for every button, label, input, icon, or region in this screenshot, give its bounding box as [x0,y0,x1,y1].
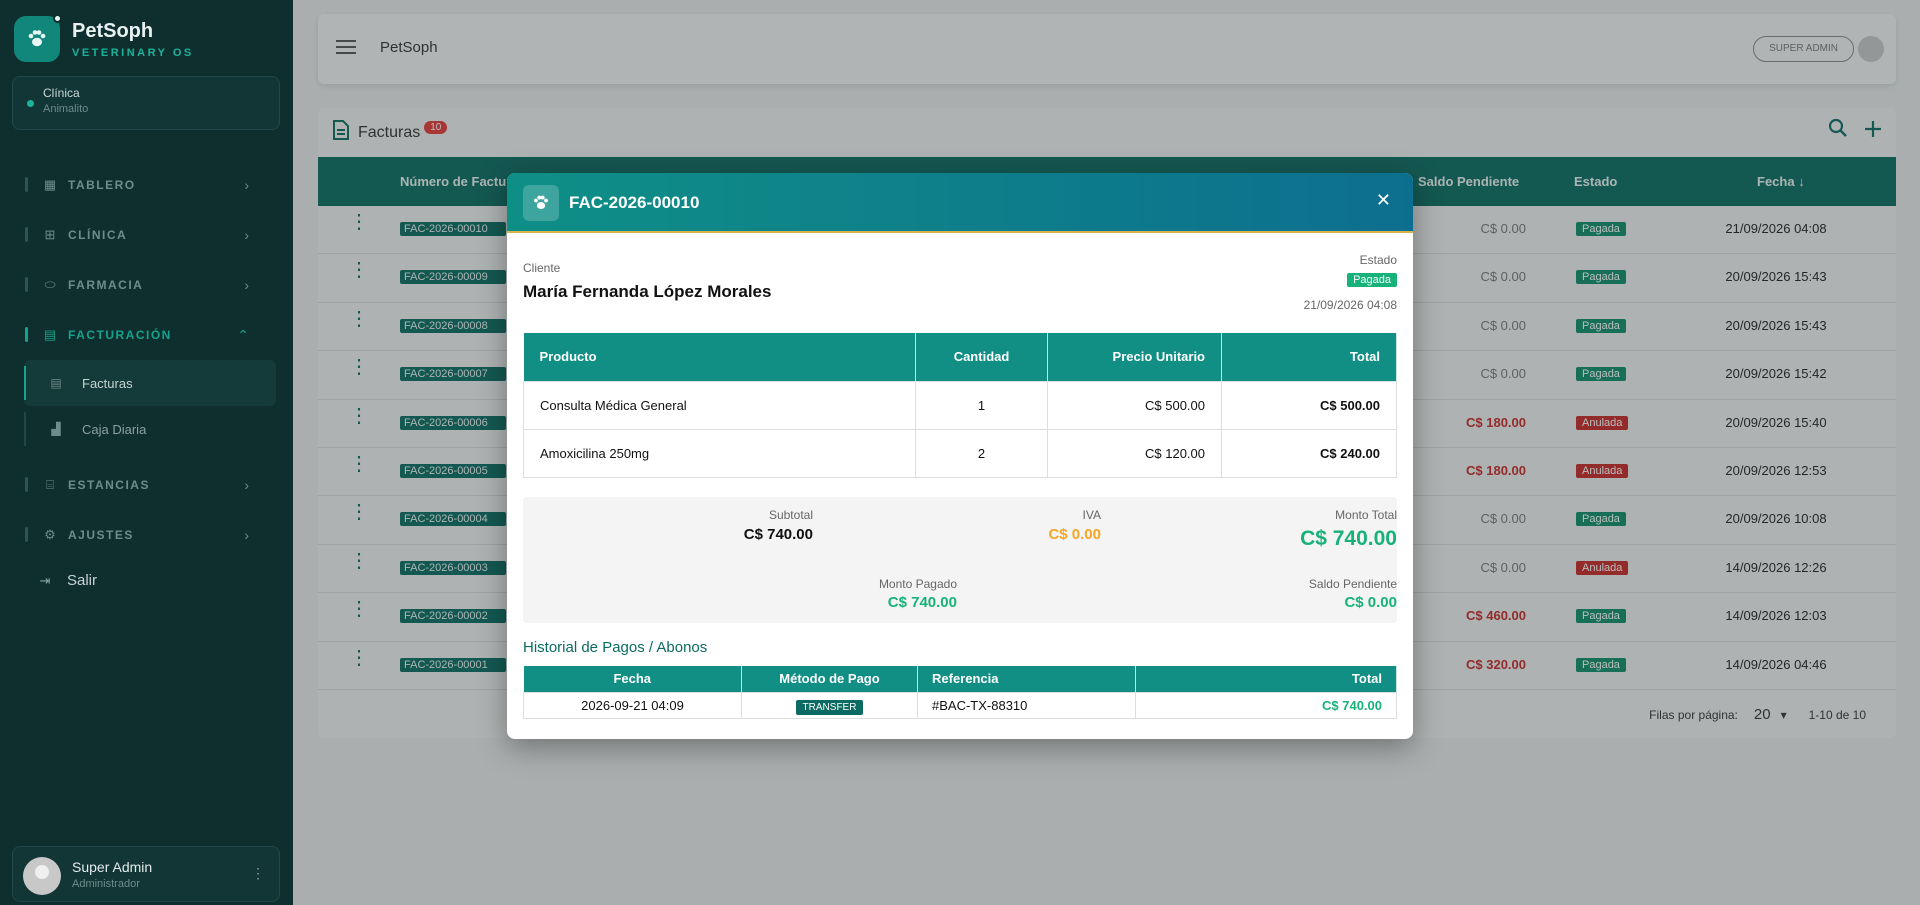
status-dot [27,100,34,107]
user-name: Super Admin [72,859,153,875]
subtotal-label: Subtotal [768,508,813,522]
total-label: Monto Total [1335,508,1397,522]
payment-method-cell: TRANSFER [741,691,918,719]
iva-label: IVA [1082,508,1101,522]
table-row: 2026-09-21 04:09 TRANSFER #BAC-TX-88310 C$ … [523,691,1397,719]
quantity: 2 [915,428,1048,478]
status-label: Estado [1359,253,1397,267]
logout-button[interactable]: ⇥ Salir [37,572,97,589]
sidebar: PetSoph VETERINARY OS Clínica Animalito … [0,0,293,905]
chevron-right-icon: › [244,177,249,193]
client-name: María Fernanda López Morales [523,282,772,301]
pill-icon: ⬭ [44,277,56,292]
column-header-qty: Cantidad [915,333,1048,381]
nav-item-tablero[interactable]: ▦ TABLERO › [0,160,293,210]
payment-history-title: Historial de Pagos / Abonos [523,639,708,656]
pending-value: C$ 0.00 [1344,594,1397,611]
nav-label: AJUSTES [68,528,134,542]
sub-item-facturas[interactable]: ▤ Facturas [24,360,276,406]
chevron-right-icon: › [244,527,249,543]
chevron-up-icon: ⌃ [237,327,249,343]
nav-item-ajustes[interactable]: ⚙ AJUSTES › [0,510,293,560]
pending-label: Saldo Pendiente [1308,577,1397,591]
gear-icon: ⚙ [44,527,56,542]
paw-logo-icon [14,14,62,62]
clinic-icon: ⊞ [44,227,56,242]
column-header-method: Método de Pago [741,666,918,692]
more-vertical-icon[interactable]: ⋮ [251,865,265,882]
items-table: Producto Cantidad Precio Unitario Total … [523,333,1397,478]
subtotal-value: C$ 740.00 [743,526,813,543]
nav-label: FACTURACIÓN [68,328,172,342]
status-badge: Pagada [1347,273,1397,287]
main-nav: ▦ TABLERO › ⊞ CLÍNICA › ⬭ FARMACIA › ▤ F… [0,160,293,560]
column-header-total: Total [1135,666,1397,692]
nav-item-estancias[interactable]: ⌸ ESTANCIAS › [0,460,293,510]
iva-value: C$ 0.00 [1048,526,1101,543]
user-role: Administrador [72,878,140,890]
payment-total: C$ 740.00 [1135,691,1397,719]
clinic-label: Clínica [43,86,80,100]
table-row: Amoxicilina 250mg 2 C$ 120.00 C$ 240.00 [523,428,1397,478]
summary-box: Subtotal C$ 740.00 IVA C$ 0.00 Monto Tot… [523,497,1397,623]
unit-price: C$ 500.00 [1047,380,1222,430]
nav-item-clinica[interactable]: ⊞ CLÍNICA › [0,210,293,260]
nav-item-facturacion[interactable]: ▤ FACTURACIÓN ⌃ [0,310,293,360]
paid-value: C$ 740.00 [887,594,957,611]
column-header-reference: Referencia [917,666,1136,692]
quantity: 1 [915,380,1048,430]
chevron-right-icon: › [244,277,249,293]
clinic-selector[interactable]: Clínica Animalito [12,76,280,130]
modal-title: FAC-2026-00010 [569,193,700,212]
app-name: PetSoph [72,19,154,42]
brand: PetSoph VETERINARY OS [14,14,194,62]
column-header-date: Fecha [523,666,742,692]
logout-icon: ⇥ [39,572,51,588]
total-value: C$ 740.00 [1300,527,1397,550]
line-total: C$ 500.00 [1221,380,1397,430]
close-icon[interactable]: ✕ [1376,190,1391,211]
line-total: C$ 240.00 [1221,428,1397,478]
column-header-unit-price: Precio Unitario [1047,333,1222,381]
payment-history-table: Fecha Método de Pago Referencia Total 20… [523,666,1397,719]
chevron-right-icon: › [244,227,249,243]
cash-register-icon: ▟ [51,422,61,436]
dashboard-icon: ▦ [43,177,57,192]
bed-icon: ⌸ [46,477,54,492]
nav-label: TABLERO [68,178,136,192]
online-dot [53,14,62,23]
sub-label: Facturas [82,375,133,391]
payment-date: 2026-09-21 04:09 [523,691,742,719]
invoice-date: 21/09/2026 04:08 [1303,298,1397,312]
client-label: Cliente [523,261,561,275]
logout-label: Salir [67,572,98,589]
column-header-total: Total [1221,333,1397,381]
avatar [23,857,61,895]
column-header-product: Producto [523,333,916,381]
nav-label: ESTANCIAS [68,478,150,492]
paw-icon [523,185,559,221]
product-name: Consulta Médica General [523,380,916,430]
paid-label: Monto Pagado [878,577,957,591]
nav-label: CLÍNICA [68,228,128,242]
payment-reference: #BAC-TX-88310 [917,691,1136,719]
sub-label: Caja Diaria [82,421,147,437]
nav-label: FARMACIA [68,278,144,292]
document-icon: ▤ [50,376,62,390]
billing-icon: ▤ [43,327,57,342]
sub-item-caja-diaria[interactable]: ▟ Caja Diaria [24,406,276,452]
table-row: Consulta Médica General 1 C$ 500.00 C$ 500.… [523,380,1397,430]
nav-item-farmacia[interactable]: ⬭ FARMACIA › [0,260,293,310]
invoice-detail-modal: FAC-2026-00010 ✕ Cliente María Fernanda … [507,173,1413,739]
app-subtitle: VETERINARY OS [72,46,194,59]
clinic-value: Animalito [43,103,89,115]
payment-method-badge: TRANSFER [795,699,864,715]
chevron-right-icon: › [244,477,249,493]
product-name: Amoxicilina 250mg [523,428,916,478]
user-card[interactable]: Super Admin Administrador ⋮ [12,846,280,902]
unit-price: C$ 120.00 [1047,428,1222,478]
